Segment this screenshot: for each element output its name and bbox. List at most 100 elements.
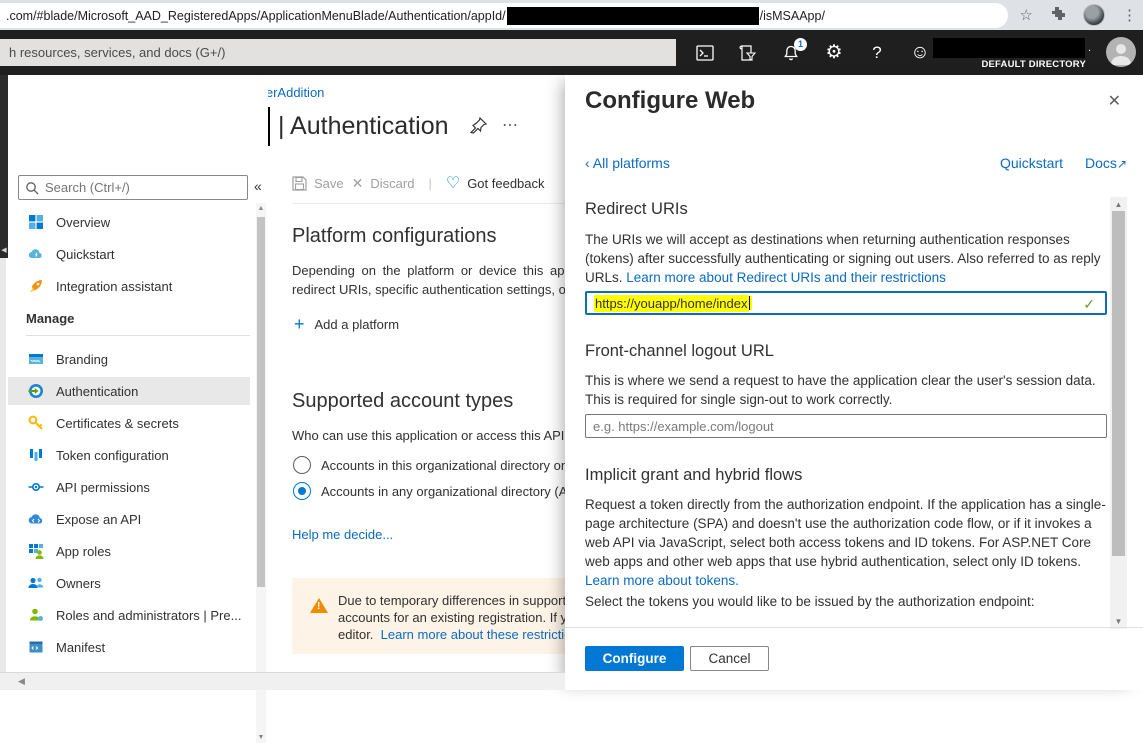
- cloud-shell-icon[interactable]: [696, 44, 714, 62]
- redirect-uri-value: https://youapp/home/index: [594, 295, 749, 312]
- search-icon: [25, 181, 39, 195]
- logout-url-input[interactable]: [593, 419, 1073, 434]
- extensions-puzzle-icon[interactable]: [1050, 6, 1066, 25]
- sidebar-item-api-permissions[interactable]: API permissions: [8, 473, 250, 501]
- browser-menu-icon[interactable]: ⋮: [1122, 8, 1137, 23]
- sidebar-item-integration-assistant[interactable]: Integration assistant: [8, 272, 250, 300]
- redirect-learn-more-link[interactable]: Learn more about Redirect URIs and their…: [626, 270, 946, 285]
- sidebar-item-label: Manifest: [56, 640, 105, 655]
- sidebar-divider: [26, 335, 250, 336]
- nav-expand-arrow-icon: ◀: [1, 246, 6, 254]
- radio-label: Accounts in this organizational director…: [321, 458, 565, 473]
- sidebar-item-quickstart[interactable]: Quickstart: [8, 240, 250, 268]
- horizontal-scrollbar[interactable]: ◀: [0, 672, 565, 690]
- sidebar-collapse-icon[interactable]: «: [254, 178, 262, 194]
- sidebar: « Overview Quickstart Integration assist…: [8, 75, 268, 672]
- browser-profile-avatar[interactable]: [1083, 4, 1105, 26]
- sidebar-item-label: Quickstart: [56, 247, 115, 262]
- browser-bar: .com/#blade/Microsoft_AAD_RegisteredApps…: [0, 0, 1143, 30]
- discard-button[interactable]: ✕ Discard: [352, 175, 415, 192]
- tokens-learn-more-link[interactable]: Learn more about tokens.: [585, 573, 739, 588]
- sidebar-item-authentication[interactable]: Authentication: [8, 377, 250, 405]
- panel-footer-divider: [565, 627, 1143, 628]
- azure-user-avatar[interactable]: [1106, 37, 1136, 67]
- api-permissions-icon: [28, 479, 44, 495]
- configure-button[interactable]: Configure: [585, 646, 684, 671]
- radio-label: Accounts in any organizational directory…: [321, 484, 565, 499]
- notification-count-badge: 1: [794, 38, 807, 51]
- radio-unselected-icon[interactable]: [293, 456, 311, 474]
- settings-gear-icon[interactable]: ⚙: [825, 44, 843, 62]
- sidebar-search-box[interactable]: [18, 175, 248, 200]
- add-platform-button[interactable]: + Add a platform: [294, 315, 399, 333]
- sidebar-item-expose-an-api[interactable]: Expose an API: [8, 505, 250, 533]
- sidebar-search-input[interactable]: [45, 180, 230, 195]
- scroll-down-icon[interactable]: ▼: [256, 734, 266, 741]
- platform-configurations-heading: Platform configurations: [292, 225, 497, 248]
- warning-line2: accounts for an existing registration. I…: [338, 609, 565, 626]
- sidebar-item-certificates-secrets[interactable]: Certificates & secrets: [8, 409, 250, 437]
- implicit-grant-desc: Request a token directly from the author…: [585, 495, 1107, 590]
- expose-api-cloud-icon: [28, 511, 44, 527]
- sidebar-scrollbar[interactable]: ▲ ▼: [256, 203, 266, 743]
- sidebar-item-owners[interactable]: Owners: [8, 569, 250, 597]
- sidebar-item-app-roles[interactable]: App roles: [8, 537, 250, 565]
- command-separator: |: [428, 176, 431, 191]
- notifications-bell-icon[interactable]: 1: [782, 44, 800, 62]
- platform-desc-line1: Depending on the platform or device this…: [292, 263, 565, 278]
- sidebar-item-manifest[interactable]: Manifest: [8, 633, 250, 661]
- token-bars-icon: [28, 447, 44, 463]
- all-platforms-back-link[interactable]: ‹ All platforms: [585, 155, 670, 171]
- close-icon[interactable]: ✕: [1108, 91, 1121, 111]
- collapsed-nav-strip[interactable]: ◀: [0, 75, 8, 258]
- feedback-label: Got feedback: [467, 176, 544, 191]
- front-channel-logout-desc: This is where we send a request to have …: [585, 371, 1107, 409]
- panel-scrollbar[interactable]: ▲ ▼: [1110, 197, 1127, 629]
- branding-icon: [28, 351, 44, 367]
- help-me-decide-link[interactable]: Help me decide...: [292, 527, 393, 542]
- global-search-input[interactable]: [0, 39, 676, 66]
- radio-selected-icon[interactable]: [293, 482, 311, 500]
- help-icon[interactable]: ?: [868, 44, 886, 62]
- redirect-uris-desc: The URIs we will accept as destinations …: [585, 230, 1107, 287]
- sidebar-item-token-configuration[interactable]: Token configuration: [8, 441, 250, 469]
- front-channel-logout-heading: Front-channel logout URL: [585, 342, 774, 361]
- supported-account-types-heading: Supported account types: [292, 390, 513, 413]
- add-platform-label: Add a platform: [315, 317, 400, 332]
- panel-scrollbar-thumb[interactable]: [1112, 211, 1125, 556]
- restrictions-link[interactable]: Learn more about these restrictions.: [381, 627, 565, 642]
- scroll-down-icon[interactable]: ▼: [1110, 617, 1127, 626]
- docs-link[interactable]: Docs↗: [1085, 155, 1127, 171]
- text-caret: [749, 296, 752, 310]
- radio-multitenant[interactable]: Accounts in any organizational directory…: [293, 482, 565, 500]
- scroll-up-icon[interactable]: ▲: [1110, 200, 1127, 209]
- main-content: Save ✕ Discard | ♡ Got feedback Platform…: [292, 75, 565, 672]
- sidebar-item-label: App roles: [56, 544, 111, 559]
- portal-body: ◀ Dashboard>Default Directory>GuestUserA…: [0, 75, 1143, 690]
- scroll-up-icon[interactable]: ▲: [256, 205, 266, 212]
- sidebar-item-branding[interactable]: Branding: [8, 345, 250, 373]
- sidebar-item-label: Owners: [56, 576, 101, 591]
- redirect-uri-input[interactable]: https://youapp/home/index ✓: [585, 291, 1107, 315]
- warning-line3: editor. Learn more about these restricti…: [338, 626, 565, 643]
- directory-filter-icon[interactable]: [739, 44, 757, 62]
- overview-grid-icon: [28, 214, 44, 230]
- cancel-button[interactable]: Cancel: [690, 646, 769, 671]
- got-feedback-button[interactable]: ♡ Got feedback: [446, 173, 545, 193]
- sidebar-item-roles-administrators[interactable]: Roles and administrators | Pre...: [8, 601, 250, 629]
- feedback-smiley-icon[interactable]: ☺: [911, 44, 929, 62]
- address-bar[interactable]: .com/#blade/Microsoft_AAD_RegisteredApps…: [0, 3, 1008, 28]
- save-button[interactable]: Save: [292, 176, 344, 191]
- radio-single-tenant[interactable]: Accounts in this organizational director…: [293, 456, 565, 474]
- url-suffix: /isMSAApp/: [760, 9, 825, 23]
- bookmark-star-icon[interactable]: ☆: [1020, 8, 1033, 23]
- quickstart-link[interactable]: Quickstart: [1000, 155, 1063, 171]
- scroll-left-icon[interactable]: ◀: [18, 676, 25, 687]
- sidebar-item-label: Token configuration: [56, 448, 169, 463]
- manifest-icon: [28, 639, 44, 655]
- docs-label: Docs: [1085, 155, 1117, 171]
- url-text: .com/#blade/Microsoft_AAD_RegisteredApps…: [6, 9, 506, 23]
- configure-web-panel: Configure Web ✕ ‹ All platforms Quicksta…: [565, 75, 1143, 690]
- sidebar-item-overview[interactable]: Overview: [8, 208, 250, 236]
- sidebar-scrollbar-thumb[interactable]: [257, 217, 265, 587]
